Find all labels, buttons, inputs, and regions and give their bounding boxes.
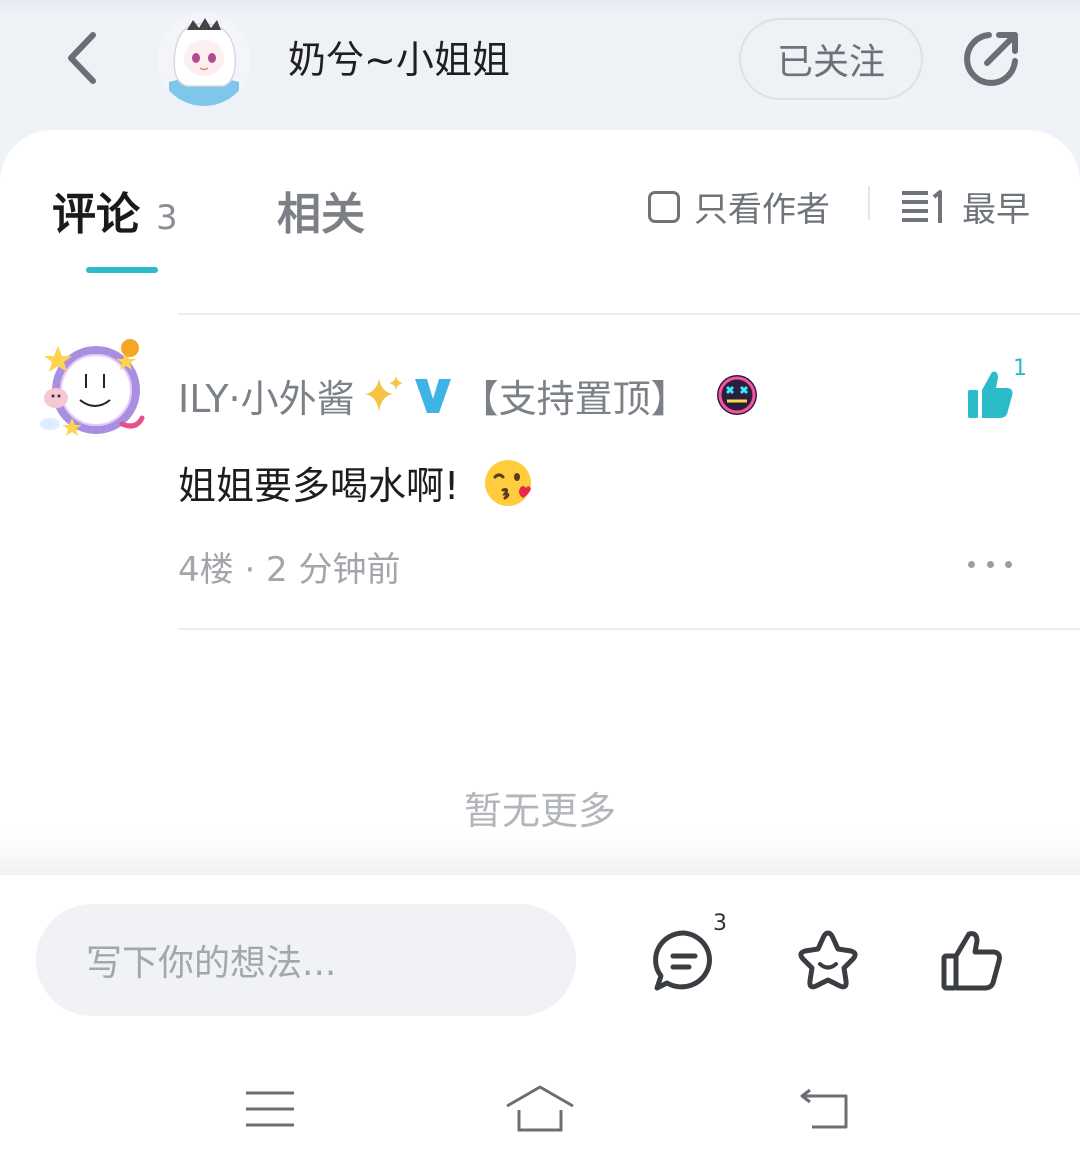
no-more-text: 暂无更多 [463,789,616,833]
chevron-left-icon [68,32,96,84]
divider [178,313,1080,315]
commenter-row: ILY·小外酱 【支持置顶】 [178,368,759,423]
comment-like-button[interactable] [966,368,1014,420]
thumbs-up-icon [941,931,1002,991]
divider [868,186,870,220]
author-avatar[interactable] [157,12,251,106]
thumbs-up-filled-icon [968,371,1013,418]
dot [1005,560,1012,568]
comments-sheet: 评论 3 相关 只看作者 最早 ILY·小外酱 【支持置顶】 1 姐姐要多喝水啊… [0,130,1080,875]
author-name[interactable]: 奶兮~小姐姐 [288,36,510,84]
comment-input[interactable]: 写下你的想法... [36,904,576,1016]
like-post-button[interactable] [936,925,1008,997]
divider [178,628,1080,630]
nav-home-button[interactable] [500,1081,580,1137]
tab-comments-label: 评论 [52,189,140,240]
dot [968,560,975,568]
share-icon [964,32,1018,86]
menu-icon [246,1091,294,1127]
sparkles-icon [364,376,403,412]
follow-button[interactable]: 已关注 [739,18,923,100]
top-bar: 奶兮~小姐姐 已关注 [0,0,1080,130]
more-options-button[interactable] [968,554,1012,574]
sort-label: 最早 [962,190,1030,230]
sort-order-icon [902,189,942,223]
bottom-action-bar: 写下你的想法... 3 [0,875,1080,1055]
favorite-button[interactable] [792,925,864,997]
comment-input-placeholder: 写下你的想法... [86,943,337,984]
commenter-avatar[interactable] [38,338,150,442]
nav-menu-button[interactable] [230,1081,310,1137]
star-icon [798,930,858,990]
comment-like-count: 1 [1013,356,1027,381]
tab-related[interactable]: 相关 [277,178,365,242]
comment-meta: 4楼 · 2 分钟前 [178,550,401,590]
author-only-toggle[interactable]: 只看作者 [648,182,830,231]
comment-bubble-icon [653,930,712,991]
commenter-avatar-image [40,339,145,436]
active-tab-indicator [86,267,158,273]
return-icon [800,1088,848,1129]
comment-text: 姐姐要多喝水啊! [178,464,460,508]
author-only-label: 只看作者 [694,190,830,230]
checkbox-icon [648,190,680,223]
comment-text-row: 姐姐要多喝水啊! [178,455,533,510]
tab-comments-count: 3 [156,198,178,238]
home-icon [506,1085,574,1132]
comment-button[interactable] [648,925,720,997]
dizzy-face-badge-icon [716,375,757,415]
kissing-wink-emoji-icon [485,459,532,506]
verified-v-icon [414,379,451,413]
anime-avatar-image [157,12,251,106]
sort-button[interactable]: 最早 [900,182,1030,231]
dot [986,560,994,568]
system-nav-bar [0,1055,1080,1173]
back-button[interactable] [52,26,112,90]
nav-back-button[interactable] [784,1081,864,1137]
pin-request-tag: 【支持置顶】 [460,376,689,421]
fade-overlay [0,830,1080,875]
tab-comments[interactable]: 评论 3 [52,178,178,242]
share-button[interactable] [956,24,1026,94]
comment-count-badge: 3 [713,911,727,936]
commenter-name[interactable]: ILY·小外酱 [178,368,355,423]
